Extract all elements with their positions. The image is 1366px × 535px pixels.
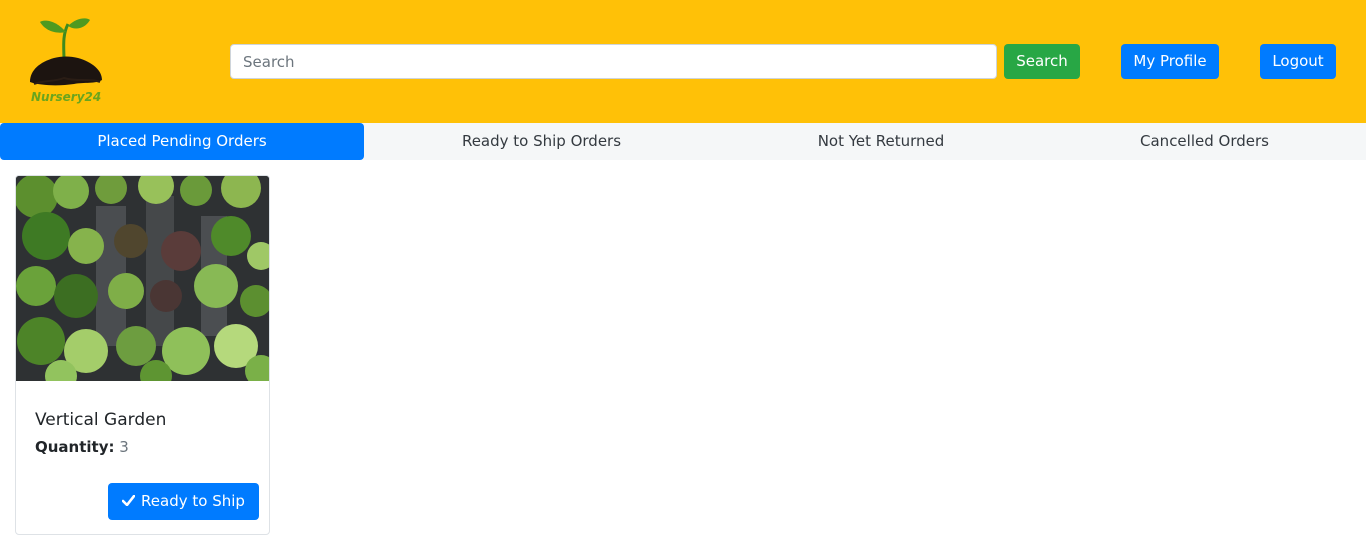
ready-to-ship-button[interactable]: Ready to Ship — [108, 483, 259, 520]
ready-to-ship-label: Ready to Ship — [141, 492, 245, 510]
tab-not-yet-returned[interactable]: Not Yet Returned — [719, 123, 1043, 160]
quantity-label: Quantity: — [35, 438, 115, 456]
order-tabs: Placed Pending Orders Ready to Ship Orde… — [0, 123, 1366, 160]
sprout-logo-icon — [30, 18, 102, 86]
nursery-logo[interactable]: Nursery24 — [24, 12, 108, 108]
order-card: Vertical Garden Quantity: 3 Ready to Shi… — [15, 175, 270, 535]
logout-button[interactable]: Logout — [1260, 44, 1336, 79]
quantity-row: Quantity: 3 — [35, 438, 129, 456]
tab-placed-pending-orders[interactable]: Placed Pending Orders — [0, 123, 364, 160]
search-button[interactable]: Search — [1004, 44, 1080, 79]
search-input[interactable] — [230, 44, 997, 79]
quantity-value: 3 — [119, 438, 129, 456]
tab-cancelled-orders[interactable]: Cancelled Orders — [1043, 123, 1366, 160]
logo-text: Nursery24 — [31, 90, 102, 104]
product-name: Vertical Garden — [35, 410, 167, 430]
check-icon — [122, 494, 136, 506]
tab-ready-to-ship-orders[interactable]: Ready to Ship Orders — [364, 123, 719, 160]
vertical-garden-image — [16, 176, 269, 381]
my-profile-button[interactable]: My Profile — [1121, 44, 1219, 79]
top-header: Nursery24 Search My Profile Logout — [0, 0, 1366, 123]
